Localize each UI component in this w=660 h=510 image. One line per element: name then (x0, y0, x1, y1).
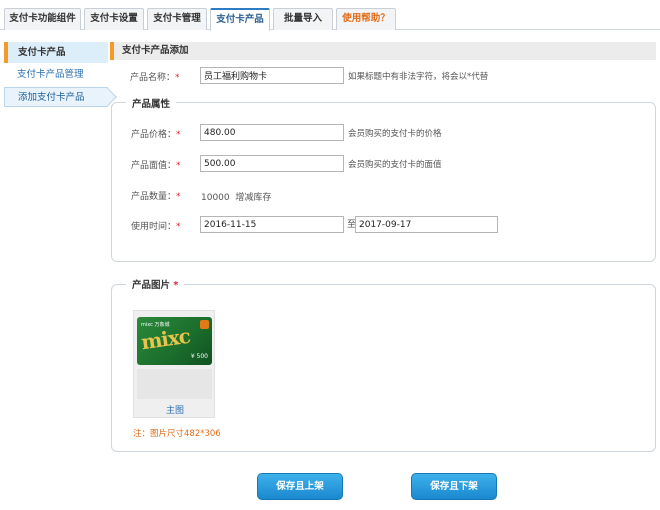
quantity-label: 产品数量：* (131, 192, 181, 202)
image-legend: 产品图片 * (126, 277, 185, 291)
tab-help[interactable]: 使用帮助？ (336, 8, 396, 30)
sidebar-heading: 支付卡产品 (4, 42, 108, 63)
product-name-input[interactable] (200, 67, 344, 84)
quantity-value: 10000 增减库存 (201, 193, 272, 203)
sidebar-item-product-management[interactable]: 支付卡产品管理 (4, 65, 108, 85)
tab-card-products[interactable]: 支付卡产品 (210, 8, 270, 31)
card-logo-text: mixc (139, 323, 192, 355)
period-label: 使用时间：* (131, 222, 181, 232)
section-title: 支付卡产品添加 (110, 42, 656, 60)
main-image-caption[interactable]: 主图 (134, 403, 216, 416)
tab-card-settings[interactable]: 支付卡设置 (84, 8, 144, 30)
attributes-legend: 产品属性 (126, 96, 177, 110)
sidebar-item-label: 添加支付卡产品 (18, 92, 85, 103)
price-label: 产品价格：* (131, 130, 181, 140)
start-date-input[interactable] (200, 216, 344, 233)
card-placeholder (137, 369, 212, 399)
product-name-label: 产品名称：* (130, 73, 180, 83)
image-size-note: 注：图片尺寸482*306 (133, 429, 221, 439)
quantity-hint[interactable]: 增减库存 (235, 193, 271, 203)
product-card-image: mixc 万象城 mixc ¥ 500 (137, 317, 212, 365)
tab-card-components[interactable]: 支付卡功能组件 (4, 8, 81, 30)
price-hint: 会员购买的支付卡的价格 (348, 129, 442, 139)
price-input[interactable] (200, 124, 344, 141)
tab-batch-import[interactable]: 批量导入 (273, 8, 333, 30)
face-value-input[interactable] (200, 155, 344, 172)
top-tab-bar: 支付卡功能组件 支付卡设置 支付卡管理 支付卡产品 批量导入 使用帮助？ (0, 0, 660, 31)
card-badge-icon (200, 320, 209, 329)
face-value-label: 产品面值：* (131, 161, 181, 171)
sidebar: 支付卡产品 支付卡产品管理 添加支付卡产品 (4, 42, 108, 107)
card-amount-text: ¥ 500 (190, 353, 208, 360)
face-value-hint: 会员购买的支付卡的面值 (348, 160, 442, 170)
end-date-input[interactable] (355, 216, 498, 233)
sidebar-item-add-product[interactable]: 添加支付卡产品 (4, 87, 108, 107)
save-and-unpublish-button[interactable]: 保存且下架 (411, 473, 497, 500)
product-name-hint: 如果标题中有非法字符，将会以*代替 (348, 72, 489, 82)
tab-card-management[interactable]: 支付卡管理 (147, 8, 207, 30)
attributes-fieldset (111, 102, 656, 262)
save-and-publish-button[interactable]: 保存且上架 (257, 473, 343, 500)
image-card[interactable]: mixc 万象城 mixc ¥ 500 主图 (133, 310, 215, 418)
